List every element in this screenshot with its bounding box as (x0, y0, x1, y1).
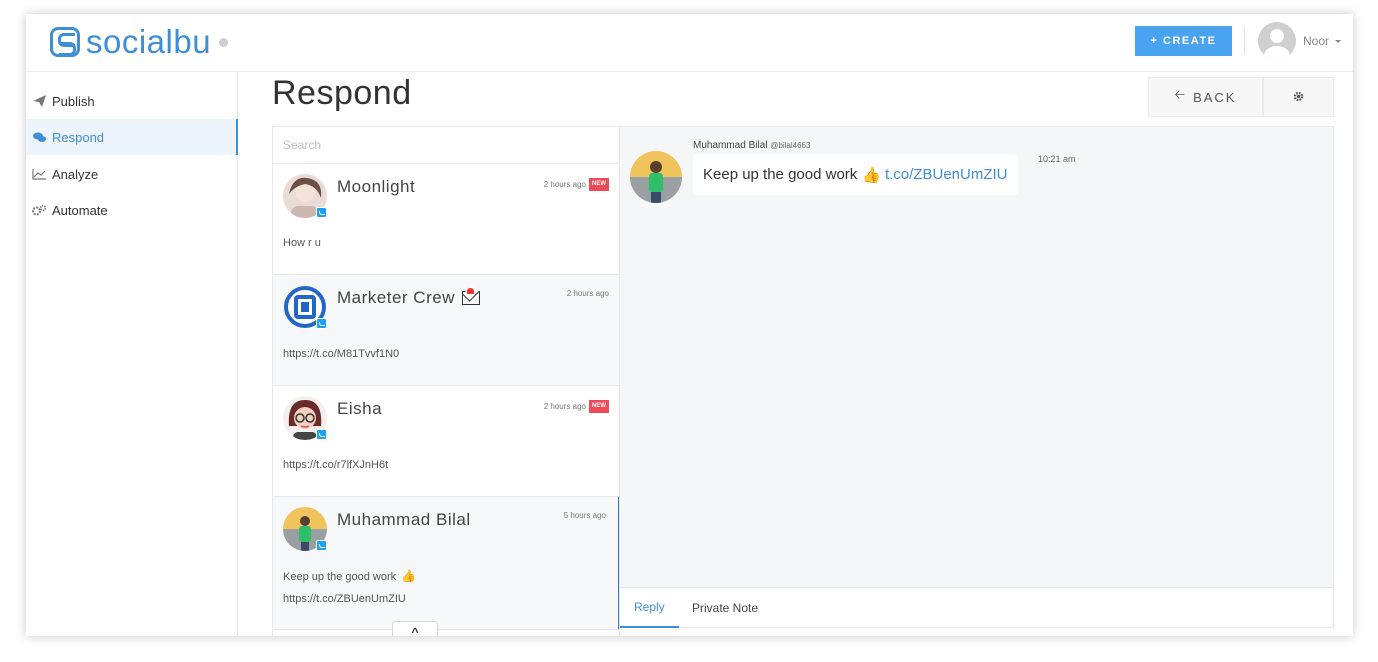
twitter-icon (316, 429, 327, 440)
conversation-time: 2 hours ago NEW (544, 178, 609, 191)
conversation-name: Moonlight (337, 177, 416, 196)
collapse-toggle[interactable]: ^ (392, 621, 438, 636)
conversation-item-moonlight[interactable]: Moonlight 2 hours ago NEW How r u (273, 164, 619, 275)
new-badge: NEW (589, 178, 609, 191)
conversation-name: Muhammad Bilal (337, 510, 471, 529)
sidebar-item-label: Automate (52, 202, 108, 218)
thumbs-up-icon: 👍 (862, 166, 881, 184)
twitter-icon (316, 207, 327, 218)
socialbu-logo-icon (50, 27, 80, 57)
sidebar-item-analyze[interactable]: Analyze (26, 156, 238, 192)
conversation-name: Eisha (337, 399, 383, 418)
app-window: socialbu + CREATE Noor Publish Respond A… (26, 14, 1353, 636)
sidebar-item-label: Respond (52, 129, 105, 145)
caret-down-icon[interactable] (1335, 40, 1341, 43)
create-button[interactable]: + CREATE (1135, 26, 1232, 56)
avatar (630, 151, 682, 203)
sidebar-item-respond[interactable]: Respond (26, 119, 238, 155)
message-time: 10:21 am (1038, 154, 1076, 164)
conversation-preview: https://t.co/M81Tvvf1N0 (283, 348, 400, 360)
chat-bubbles-icon (32, 131, 46, 143)
gear-icon (1293, 90, 1304, 105)
conversation-time: 2 hours ago (566, 289, 609, 298)
gears-icon (32, 204, 46, 216)
tab-private-note[interactable]: Private Note (678, 588, 772, 628)
message-author: Muhammad Bilal @bilal4663 (693, 140, 811, 151)
conversation-preview: How r u (283, 237, 321, 249)
message-link[interactable]: t.co/ZBUenUmZIU (885, 166, 1008, 183)
conversation-list: Moonlight 2 hours ago NEW How r u Market… (272, 126, 620, 636)
conversation-item-eisha[interactable]: Eisha 2 hours ago NEW https://t.co/r7lfX… (273, 386, 619, 497)
message-handle: @bilal4663 (770, 141, 811, 150)
sidebar-item-label: Analyze (52, 166, 99, 182)
envelope-with-heart-icon (461, 288, 480, 305)
message-thread: Muhammad Bilal @bilal4663 Keep up the go… (620, 126, 1334, 588)
conversation-preview: Keep up the good work 👍 https://t.co/ZBU… (283, 565, 416, 610)
user-avatar[interactable] (1258, 22, 1296, 60)
back-label: BACK (1193, 89, 1237, 105)
status-dot-icon (219, 37, 229, 47)
conversation-name: Marketer Crew (337, 288, 480, 308)
twitter-icon (316, 318, 327, 329)
conversation-item-muhammad-bilal[interactable]: Muhammad Bilal 5 hours ago Keep up the g… (273, 497, 619, 630)
reply-tabs: Reply Private Note (620, 588, 1334, 628)
conversation-item-marketer-crew[interactable]: Marketer Crew 2 hours ago https://t.co/M… (273, 275, 619, 386)
top-header: socialbu + CREATE Noor (26, 14, 1353, 72)
tab-reply[interactable]: Reply (620, 588, 679, 628)
sidebar-item-label: Publish (52, 93, 95, 109)
sidebar-item-automate[interactable]: Automate (26, 192, 238, 228)
search-box (273, 127, 619, 164)
brand-name: socialbu (86, 23, 212, 60)
back-button[interactable]: 🡠 BACK (1148, 77, 1263, 117)
paper-plane-icon (32, 95, 46, 107)
twitter-icon (316, 540, 327, 551)
new-badge: NEW (589, 400, 609, 413)
thumbs-up-icon: 👍 (401, 569, 417, 583)
conversation-preview: https://t.co/r7lfXJnH6t (283, 459, 389, 471)
arrow-left-icon: 🡠 (1174, 87, 1188, 102)
conversation-time: 5 hours ago (563, 511, 606, 520)
chevron-up-icon: ^ (411, 625, 419, 636)
user-menu-name[interactable]: Noor (1303, 34, 1329, 48)
conversation-time: 2 hours ago NEW (544, 400, 609, 413)
page-title: Respond (272, 74, 412, 112)
settings-button[interactable] (1263, 77, 1334, 117)
message-bubble: Keep up the good work 👍 t.co/ZBUenUmZIU (693, 154, 1018, 195)
search-input[interactable] (273, 127, 619, 163)
line-chart-icon (32, 168, 46, 180)
sidebar-item-publish[interactable]: Publish (26, 83, 238, 119)
sidebar: Publish Respond Analyze Automate (26, 72, 238, 636)
brand-logo[interactable]: socialbu (50, 23, 229, 60)
header-divider (1244, 28, 1245, 54)
